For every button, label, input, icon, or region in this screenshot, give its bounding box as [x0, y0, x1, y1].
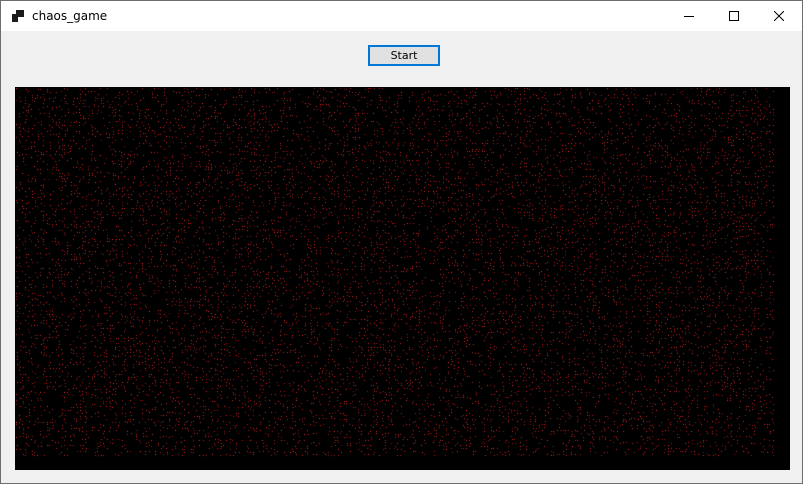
start-button[interactable]: Start — [368, 45, 440, 66]
maximize-icon — [729, 11, 739, 21]
app-icon — [12, 10, 24, 22]
close-icon — [774, 11, 784, 21]
window-title: chaos_game — [32, 9, 108, 23]
drawing-canvas[interactable] — [15, 87, 790, 470]
maximize-button[interactable] — [711, 1, 757, 31]
app-window: chaos_game Start — [0, 0, 803, 484]
title-bar[interactable]: chaos_game — [1, 1, 802, 31]
minimize-icon — [684, 16, 694, 17]
close-button[interactable] — [756, 1, 802, 31]
chaos-game-points — [15, 87, 790, 470]
minimize-button[interactable] — [666, 1, 712, 31]
